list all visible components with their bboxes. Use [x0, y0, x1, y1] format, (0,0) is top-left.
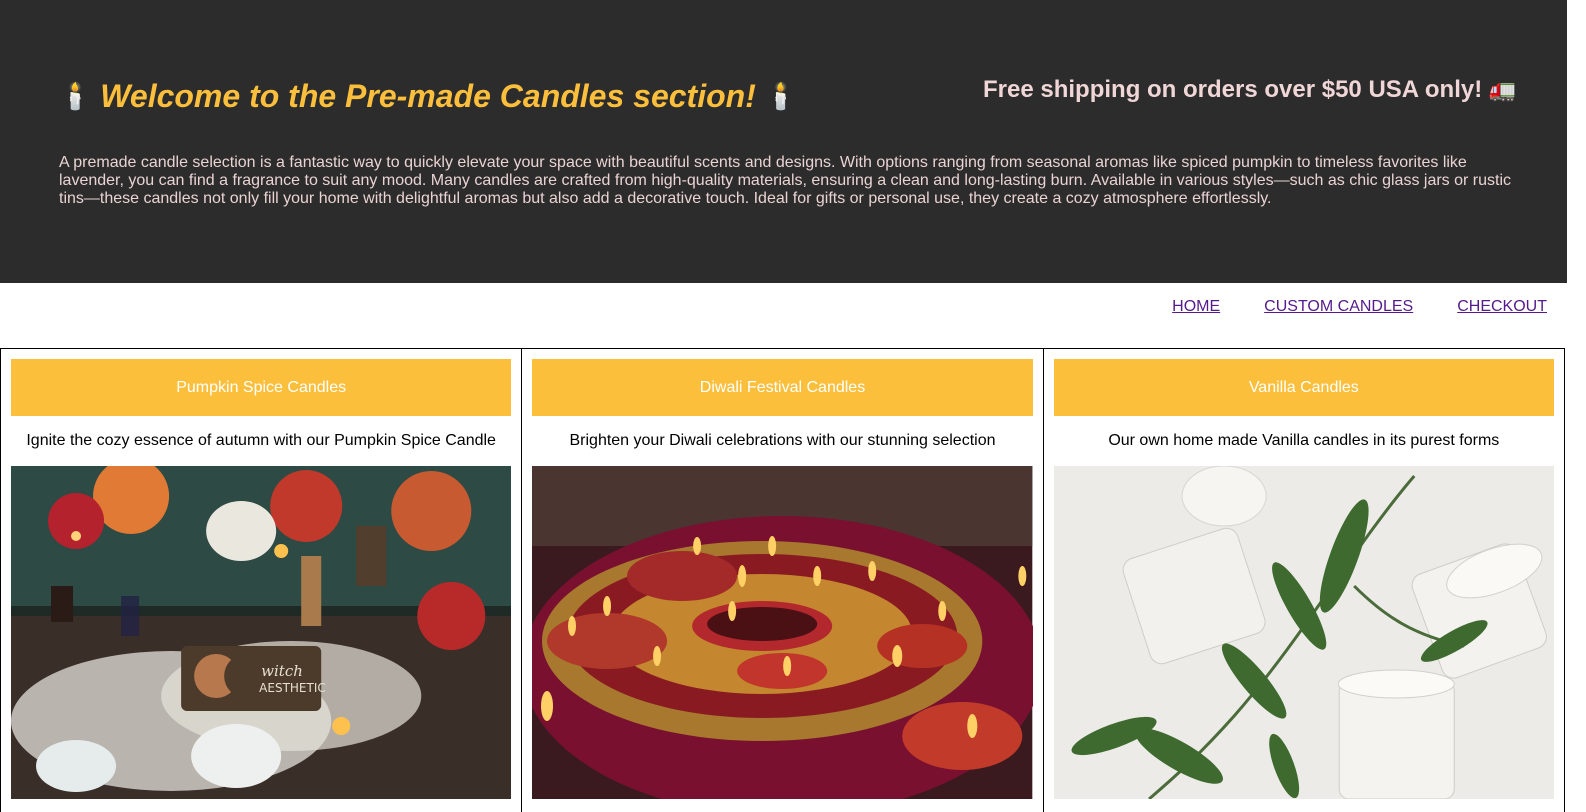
main-nav: HOME CUSTOM CANDLES CHECKOUT	[1172, 297, 1547, 317]
svg-text:AESTHETIC: AESTHETIC	[259, 681, 326, 695]
pumpkin-spice-photo[interactable]: witch AESTHETIC	[11, 466, 512, 799]
hero-banner: 🕯️ Welcome to the Pre-made Candles secti…	[0, 0, 1567, 283]
product-card-diwali[interactable]: Diwali Festival Candles Brighten your Di…	[521, 348, 1044, 812]
shipping-text: Free shipping on orders over $50 USA onl…	[983, 76, 1483, 103]
card-description: Brighten your Diwali celebrations with o…	[569, 432, 996, 449]
card-description: Ignite the cozy essence of autumn with o…	[26, 432, 496, 449]
card-title[interactable]: Vanilla Candles	[1053, 359, 1554, 416]
nav-link-custom-candles[interactable]: CUSTOM CANDLES	[1264, 297, 1413, 317]
candle-icon: 🕯️	[59, 81, 92, 111]
nav-link-home[interactable]: HOME	[1172, 297, 1220, 317]
section-description: A premade candle selection is a fantasti…	[59, 154, 1512, 207]
card-title[interactable]: Pumpkin Spice Candles	[11, 359, 512, 416]
page-title-text: Welcome to the Pre-made Candles section!	[100, 78, 756, 114]
page-title: 🕯️ Welcome to the Pre-made Candles secti…	[59, 76, 797, 116]
card-description: Our own home made Vanilla candles in its…	[1108, 432, 1500, 449]
product-card-vanilla[interactable]: Vanilla Candles Our own home made Vanill…	[1042, 348, 1565, 812]
vanilla-photo[interactable]	[1053, 466, 1554, 799]
shipping-banner: Free shipping on orders over $50 USA onl…	[983, 74, 1516, 106]
product-grid: Pumpkin Spice Candles Ignite the cozy es…	[0, 348, 1567, 812]
nav-link-checkout[interactable]: CHECKOUT	[1457, 297, 1547, 317]
svg-text:witch: witch	[261, 662, 303, 680]
product-card-pumpkin-spice[interactable]: Pumpkin Spice Candles Ignite the cozy es…	[0, 348, 523, 812]
candle-icon: 🕯️	[764, 81, 798, 111]
truck-icon: 🚛	[1488, 77, 1517, 102]
card-title[interactable]: Diwali Festival Candles	[532, 359, 1033, 416]
diwali-photo[interactable]	[532, 466, 1033, 799]
